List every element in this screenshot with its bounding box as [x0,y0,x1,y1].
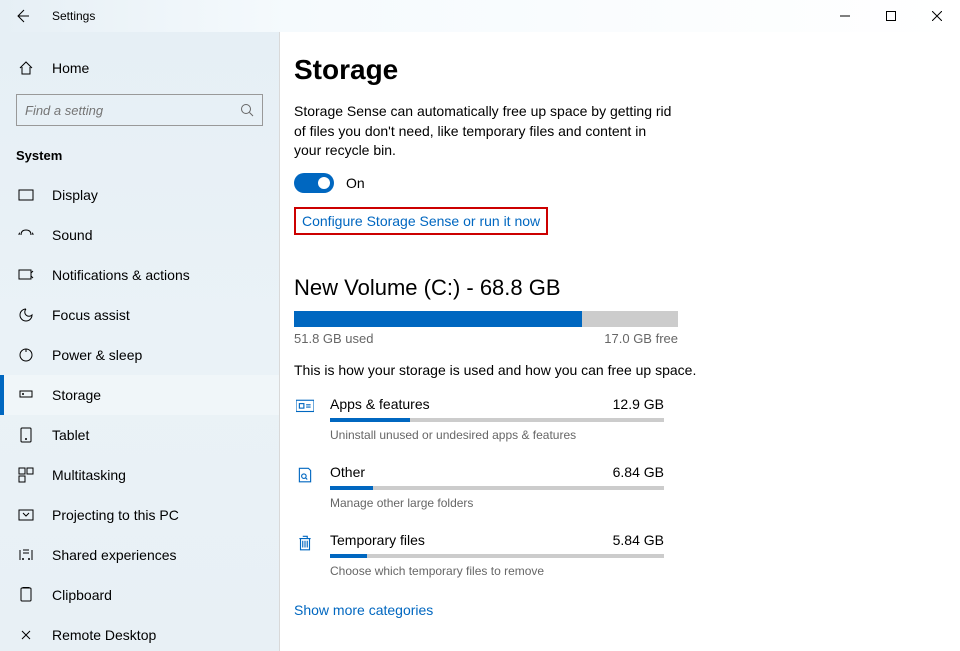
category-bar [330,418,664,422]
volume-used-label: 51.8 GB used [294,331,374,346]
volume-title: New Volume (C:) - 68.8 GB [294,275,908,301]
sidebar-item-focus-assist[interactable]: Focus assist [0,295,279,335]
back-button[interactable] [0,0,44,32]
window-title: Settings [52,9,95,23]
nav-icon [16,547,36,563]
sidebar-item-multitasking[interactable]: Multitasking [0,455,279,495]
nav-label: Shared experiences [52,547,177,563]
search-field[interactable] [25,103,240,118]
category-name: Temporary files [330,532,425,548]
nav-label: Storage [52,387,101,403]
category-sub: Manage other large folders [330,496,664,510]
sidebar-item-tablet[interactable]: Tablet [0,415,279,455]
sidebar-item-power-sleep[interactable]: Power & sleep [0,335,279,375]
category-row[interactable]: Other 6.84 GB Manage other large folders [294,464,908,510]
nav-icon [16,427,36,443]
home-icon [16,60,36,76]
nav-label: Display [52,187,98,203]
nav-icon [16,187,36,203]
minimize-icon [840,11,850,21]
volume-free-label: 17.0 GB free [604,331,678,346]
volume-usage-bar [294,311,678,327]
category-size: 12.9 GB [613,396,664,412]
nav-icon [16,347,36,363]
nav-label: Remote Desktop [52,627,156,643]
nav-icon [16,507,36,523]
content: Storage Storage Sense can automatically … [280,32,960,651]
sidebar-item-sound[interactable]: Sound [0,215,279,255]
nav-icon [16,387,36,403]
nav-label: Power & sleep [52,347,142,363]
category-bar [330,486,664,490]
arrow-left-icon [14,8,30,24]
section-title: System [0,140,279,175]
category-icon [294,532,316,578]
home-label: Home [52,60,89,76]
close-icon [932,11,942,21]
category-size: 5.84 GB [613,532,664,548]
category-icon [294,396,316,442]
storage-sense-description: Storage Sense can automatically free up … [294,102,674,161]
minimize-button[interactable] [822,0,868,32]
sidebar-item-notifications-actions[interactable]: Notifications & actions [0,255,279,295]
nav-label: Projecting to this PC [52,507,179,523]
nav-icon [16,627,36,643]
maximize-icon [886,11,896,21]
search-icon [240,103,254,117]
nav-list: Display Sound Notifications & actions Focus… [0,175,279,651]
sidebar-item-remote-desktop[interactable]: Remote Desktop [0,615,279,651]
category-bar [330,554,664,558]
nav-label: Tablet [52,427,89,443]
show-more-categories-link[interactable]: Show more categories [294,602,433,618]
category-list: Apps & features 12.9 GB Uninstall unused o… [294,396,908,578]
sidebar-item-clipboard[interactable]: Clipboard [0,575,279,615]
home-nav[interactable]: Home [0,50,279,86]
category-row[interactable]: Temporary files 5.84 GB Choose which tempo… [294,532,908,578]
nav-label: Focus assist [52,307,130,323]
category-size: 6.84 GB [613,464,664,480]
page-title: Storage [294,54,908,86]
category-row[interactable]: Apps & features 12.9 GB Uninstall unused o… [294,396,908,442]
volume-usage-fill [294,311,582,327]
category-name: Other [330,464,365,480]
nav-icon [16,267,36,283]
sidebar-item-storage[interactable]: Storage [0,375,279,415]
close-button[interactable] [914,0,960,32]
category-sub: Uninstall unused or undesired apps & fea… [330,428,664,442]
nav-label: Clipboard [52,587,112,603]
category-sub: Choose which temporary files to remove [330,564,664,578]
volume-desc: This is how your storage is used and how… [294,362,908,378]
nav-label: Multitasking [52,467,126,483]
nav-icon [16,467,36,483]
nav-icon [16,307,36,323]
sidebar-item-display[interactable]: Display [0,175,279,215]
sidebar-item-projecting-to-this-pc[interactable]: Projecting to this PC [0,495,279,535]
category-icon [294,464,316,510]
maximize-button[interactable] [868,0,914,32]
nav-label: Notifications & actions [52,267,190,283]
storage-sense-toggle[interactable] [294,173,334,193]
nav-icon [16,587,36,603]
toggle-label: On [346,175,365,191]
titlebar: Settings [0,0,960,32]
sidebar: Home System Display Sound Notifications & … [0,32,280,651]
search-input[interactable] [16,94,263,126]
nav-icon [16,227,36,243]
configure-storage-sense-link[interactable]: Configure Storage Sense or run it now [294,207,548,235]
sidebar-item-shared-experiences[interactable]: Shared experiences [0,535,279,575]
nav-label: Sound [52,227,92,243]
category-name: Apps & features [330,396,430,412]
